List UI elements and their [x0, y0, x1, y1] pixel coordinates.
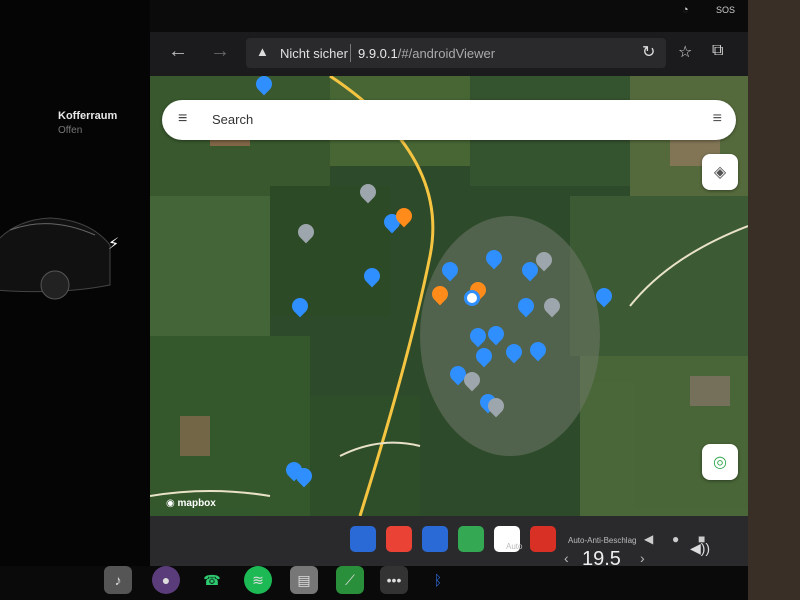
temp-down-icon[interactable]: ‹	[564, 550, 569, 566]
spotify-icon[interactable]: ≋	[244, 566, 272, 594]
current-location-dot	[464, 290, 480, 306]
go-app-icon[interactable]	[530, 526, 556, 552]
climate-mode-label: Auto-Anti-Beschlag	[568, 536, 637, 545]
star-icon[interactable]: ☆	[678, 42, 692, 62]
map-view[interactable]: ≡ Search ≡ ◈ ◎ ◉ mapbox	[150, 76, 748, 517]
mapbox-attribution: ◉ mapbox	[166, 498, 216, 509]
auto-label: Auto	[506, 542, 523, 551]
back-button[interactable]: ←	[168, 40, 188, 63]
phone-icon[interactable]: ☎	[198, 566, 226, 594]
layers-icon: ◈	[713, 164, 727, 181]
tesla-dock: ♪ ● ☎ ≋ ▤ ⟋ ••• ᛒ	[0, 566, 800, 600]
security-label: Nicht sicher	[280, 46, 348, 61]
trunk-title: Kofferraum	[58, 110, 118, 122]
warning-icon: ▲	[256, 44, 269, 59]
charging-bolt-icon: ⚡	[108, 236, 120, 253]
satellite-map	[150, 76, 748, 517]
url-host: 9.9.0.1	[358, 46, 398, 61]
filter-icon[interactable]: ≡	[713, 110, 722, 128]
search-placeholder: Search	[212, 112, 254, 127]
reload-icon[interactable]: ↻	[642, 42, 655, 62]
location-app-icon[interactable]	[458, 526, 484, 552]
volume-icon[interactable]: ◀))	[690, 540, 710, 557]
trunk-status: Offen	[58, 125, 83, 136]
layers-button[interactable]: ◈	[702, 154, 738, 190]
mapbox-label: mapbox	[177, 498, 216, 509]
browser-toolbar: ← → ▲ Nicht sicher 9.9.0.1/#/androidView…	[150, 32, 760, 76]
forward-button[interactable]: →	[210, 40, 230, 63]
right-bezel	[748, 0, 800, 600]
dash-app-icon[interactable]	[422, 526, 448, 552]
url-separator	[350, 44, 351, 62]
search-bar[interactable]: ≡ Search ≡	[162, 100, 736, 140]
locate-button[interactable]: ◎	[702, 444, 738, 480]
url-text[interactable]: 9.9.0.1/#/androidViewer	[358, 46, 495, 61]
more-icon[interactable]: •••	[380, 566, 408, 594]
maps-app-icon[interactable]	[386, 526, 412, 552]
mapbox-icon: ◉	[166, 498, 178, 509]
menu-icon[interactable]: ≡	[178, 110, 187, 128]
stocks-icon[interactable]: ⟋	[336, 566, 364, 594]
wifi-icon: ◔	[682, 4, 689, 16]
signal-app-icon[interactable]	[350, 526, 376, 552]
temp-up-icon[interactable]: ›	[640, 550, 645, 566]
app-tray	[350, 526, 556, 552]
sos-label: SOS	[716, 5, 736, 15]
browser-content: ≡ Search ≡ ◈ ◎ ◉ mapbox ◀ ● ■	[150, 76, 748, 566]
url-path: /#/androidViewer	[397, 46, 496, 61]
locate-icon: ◎	[713, 454, 727, 471]
music-note-icon[interactable]: ♪	[104, 566, 132, 594]
toybox-icon[interactable]: ▤	[290, 566, 318, 594]
tab-icon[interactable]: ⧉	[712, 42, 723, 60]
camera-icon[interactable]: ●	[152, 566, 180, 594]
car-status-panel: Kofferraum Offen ⚡	[0, 0, 150, 600]
bluetooth-icon[interactable]: ᛒ	[424, 566, 452, 594]
